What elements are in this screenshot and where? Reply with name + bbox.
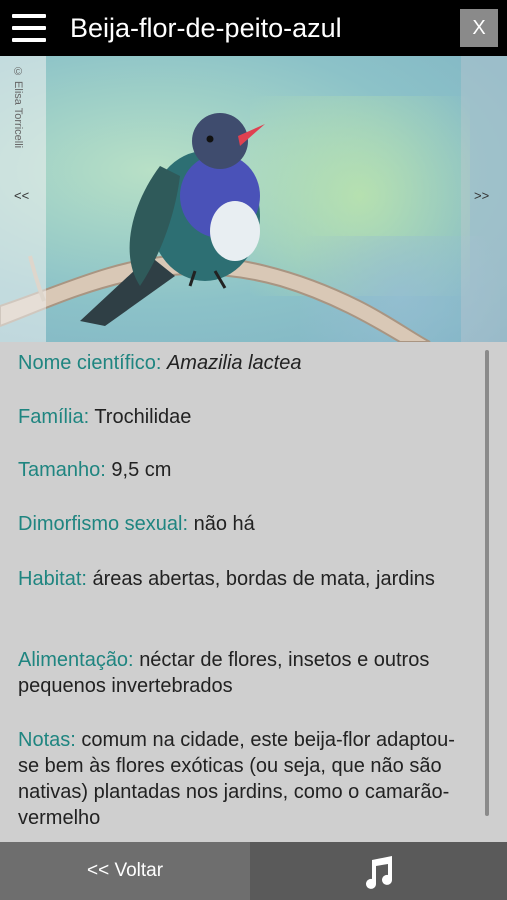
music-note-icon xyxy=(366,856,392,889)
entry-label: Habitat: xyxy=(18,568,87,590)
entry-label: Família: xyxy=(18,406,90,428)
entry-value: 9,5 cm xyxy=(111,459,172,481)
back-button[interactable]: << Voltar xyxy=(0,842,250,900)
entry-value: áreas abertas, bordas de mata, jardins xyxy=(92,568,435,590)
page-title: Beija-flor-de-peito-azul xyxy=(70,13,342,43)
previous-button[interactable]: << xyxy=(14,188,29,203)
entry-label: Notas: xyxy=(18,729,76,751)
bottom-bar: << Voltar xyxy=(0,842,507,900)
top-bar: Beija-flor-de-peito-azul X xyxy=(0,0,507,56)
entry-label: Alimentação: xyxy=(18,649,134,671)
size-entry: Tamanho: 9,5 cm xyxy=(18,457,468,483)
diet-entry: Alimentação: néctar de flores, insetos e… xyxy=(18,647,468,699)
photo-credit: © Elisa Torricelli xyxy=(12,66,24,149)
scientific-name-entry: Nome científico: Amazilia lactea xyxy=(18,350,468,376)
hummingbird-image xyxy=(0,113,431,342)
entry-label: Dimorfismo sexual: xyxy=(18,513,189,535)
family-entry: Família: Trochilidae xyxy=(18,404,468,430)
entry-value: comum na cidade, este beija-flor adaptou… xyxy=(18,729,455,829)
entry-label: Tamanho: xyxy=(18,459,106,481)
next-button[interactable]: >> xyxy=(474,188,489,203)
bird-photo: © Elisa Torricelli << >> xyxy=(0,56,507,342)
dimorphism-entry: Dimorfismo sexual: não há xyxy=(18,511,468,537)
entry-value: Amazilia lactea xyxy=(166,352,302,374)
entry-value: Trochilidae xyxy=(94,406,192,428)
music-button[interactable] xyxy=(250,842,507,900)
entry-value: não há xyxy=(193,513,255,535)
habitat-entry: Habitat: áreas abertas, bordas de mata, … xyxy=(18,566,468,592)
scrollbar[interactable] xyxy=(485,350,489,816)
species-info: Nome científico: Amazilia lactea Família… xyxy=(0,342,507,842)
hamburger-menu-icon[interactable] xyxy=(12,12,48,44)
entry-label: Nome científico: xyxy=(18,352,162,374)
notes-entry: Notas: comum na cidade, este beija-flor … xyxy=(18,727,468,831)
close-button[interactable]: X xyxy=(460,9,498,47)
